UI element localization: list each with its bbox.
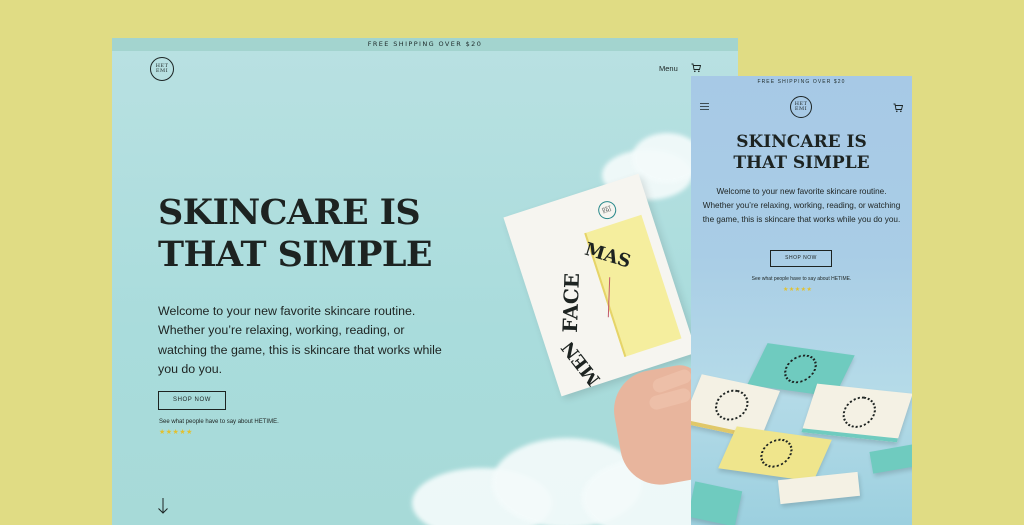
rating-stars: ★★★★★	[783, 286, 813, 293]
hero-description: Welcome to your new favorite skincare ro…	[158, 304, 442, 377]
hero-title-line: SKINCARE IS	[736, 132, 867, 152]
hamburger-icon[interactable]	[700, 103, 709, 110]
mask-box-teal	[869, 444, 912, 474]
package-caption	[607, 277, 620, 318]
brand-logo-icon[interactable]: HET EMI	[150, 57, 174, 81]
mask-sheet	[584, 214, 682, 357]
cart-icon[interactable]	[893, 103, 903, 113]
rating-stars: ★★★★★	[159, 428, 193, 436]
hero-title: SKINCARE IS THAT SIMPLE	[158, 192, 488, 276]
hero-description: Welcome to your new favorite skincare ro…	[702, 187, 901, 225]
hero-title-line: THAT SIMPLE	[733, 153, 870, 173]
package-word: FACE	[557, 272, 584, 334]
mask-box-teal	[691, 481, 743, 525]
desktop-preview: FREE SHIPPING OVER $20 HET EMI Menu HET EM…	[112, 38, 738, 525]
brand-logo-icon: HET EMI	[595, 198, 619, 222]
face-mask-package: HET EMI FACE MAS MEN	[503, 173, 697, 397]
hero-title: SKINCARE IS THAT SIMPLE	[691, 132, 912, 174]
shop-now-button[interactable]: SHOP NOW	[770, 250, 832, 267]
review-link[interactable]: See what people have to say about HETIME…	[691, 276, 912, 282]
package-word: MEN	[557, 336, 605, 390]
menu-link[interactable]: Menu	[659, 64, 678, 73]
mobile-preview: FREE SHIPPING OVER $20 HET EMI SKINCARE I…	[691, 76, 912, 525]
arrow-down-icon[interactable]	[157, 497, 169, 515]
shipping-banner: FREE SHIPPING OVER $20	[757, 79, 846, 85]
shipping-banner: FREE SHIPPING OVER $20	[112, 38, 738, 51]
shop-now-button[interactable]: SHOP NOW	[158, 391, 226, 410]
review-link[interactable]: See what people have to say about HETIME…	[159, 419, 279, 425]
mask-box-yellow	[718, 426, 832, 482]
cart-icon[interactable]	[691, 63, 701, 73]
mask-box-white	[801, 383, 912, 443]
hero-title-line: SKINCARE IS	[158, 192, 421, 233]
hero-title-line: THAT SIMPLE	[158, 234, 433, 275]
brand-logo-icon[interactable]: HET EMI	[790, 96, 812, 118]
